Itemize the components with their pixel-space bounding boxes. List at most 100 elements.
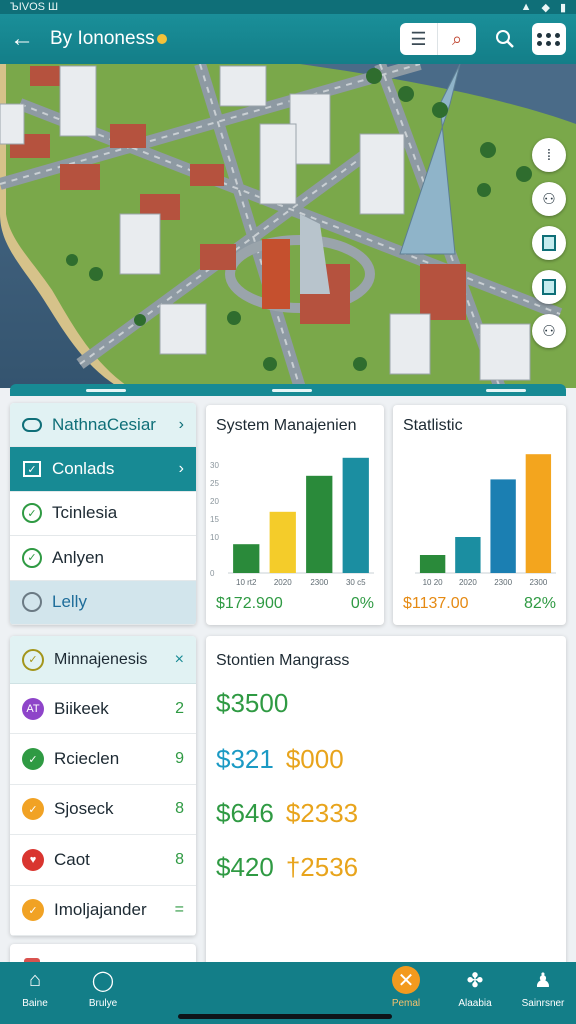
ring-icon [22, 592, 42, 613]
app-title-text: By Iononess [50, 28, 155, 49]
app-bar: ← By Iononess ☰ ⌕ [0, 14, 576, 64]
list-item[interactable]: ✓ Imoljajander = [10, 886, 196, 936]
drag-handle[interactable] [486, 389, 526, 392]
x-tick-label: 2300 [494, 578, 512, 587]
list-item[interactable]: ✓ Rcieclen 9 [10, 734, 196, 785]
y-tick-label: 0 [210, 569, 215, 578]
list-item-count: 8 [175, 850, 184, 868]
status-text: ЪIVOS Ш [10, 1, 59, 13]
location-search-icon[interactable]: ⌕ [438, 23, 476, 55]
list-item-count: = [174, 901, 184, 919]
battery-icon: ▮ [559, 1, 566, 14]
stat-value: $3500 [216, 688, 289, 718]
y-tick-label: 10 [210, 533, 219, 542]
home-icon: ⌂ [28, 968, 42, 991]
app-title: By Iononess [50, 28, 167, 50]
list-item[interactable]: ♥ Caot 8 [10, 835, 196, 886]
chart-card-statistic[interactable]: Statlistic 10 20 2020 2300 2300 $1137.00 82… [393, 405, 566, 625]
chart-money: $172.900 [216, 595, 283, 612]
globe-icon: ◯ [91, 969, 115, 992]
search-icon[interactable] [488, 23, 522, 55]
chevron-right-icon: › [178, 460, 184, 478]
heart-icon: ♥ [22, 848, 44, 871]
profile-icon[interactable]: ⚇ [532, 182, 566, 216]
bar [306, 475, 333, 573]
y-tick-label: 20 [210, 497, 219, 506]
bar [490, 479, 516, 573]
user-icon: ♟ [534, 969, 552, 992]
menu-item-label: NathnaCesiar [52, 414, 156, 434]
check-circle-icon: ✓ [22, 748, 44, 771]
menu-item-label: Tcinlesia [52, 503, 118, 523]
profile-icon[interactable]: ⚇ [532, 314, 566, 348]
stat-line: $420 †2536 [216, 852, 358, 883]
view-toggle-group: ☰ ⌕ [400, 23, 476, 55]
bar [455, 537, 481, 573]
y-tick-label: 30 [210, 461, 219, 470]
nav-label: Sainrsner [521, 998, 565, 1009]
bar-chart: 10 20 2020 2300 2300 [415, 454, 556, 587]
nav-item-baine[interactable]: ⌂ Baine [0, 966, 70, 1010]
checkbox-icon: ✓ [22, 459, 42, 479]
drag-handle[interactable] [272, 389, 312, 392]
menu-item-anlyen[interactable]: ✓ Anlyen [10, 536, 196, 581]
bar [525, 454, 552, 573]
chevron-right-icon: › [178, 415, 184, 433]
city-map[interactable]: ⁞ ⚇ ⚇ [0, 64, 576, 388]
list-icon[interactable]: ☰ [400, 23, 438, 55]
dots-menu-icon[interactable]: ⁞ [532, 138, 566, 172]
list-item-label: Biikeek [54, 698, 109, 718]
nav-item-sainrsner[interactable]: ♟ Sainrsner [508, 966, 576, 1010]
panel-icon[interactable] [532, 226, 566, 260]
list-item-count: 8 [175, 800, 184, 818]
stat-value: $321 [216, 744, 274, 774]
x-tick-label: 2300 [310, 578, 328, 587]
stats-title: Stontien Mangrass [216, 652, 350, 669]
menu-item-nathnacesiar[interactable]: NathnaCesiar › [10, 403, 196, 448]
list-item[interactable]: AT Biikeek 2 [10, 684, 196, 735]
list-header-label: Minnajenesis [54, 650, 148, 668]
check-circle-icon: ✓ [22, 648, 44, 671]
tools-icon: ✕ [392, 966, 420, 994]
menu-item-conlads[interactable]: ✓ Conlads › [10, 447, 196, 492]
bar [233, 544, 260, 573]
list-item-label: Sjoseck [54, 799, 114, 819]
check-circle-icon: ✓ [22, 547, 42, 568]
stat-value: $420 [216, 852, 274, 882]
x-tick-label: 2300 [529, 578, 547, 587]
map-tools: ⁞ ⚇ ⚇ [532, 138, 566, 348]
back-arrow-icon[interactable]: ← [10, 26, 36, 52]
nav-item-alaabia[interactable]: ✤ Alaabia [440, 966, 510, 1010]
menu-item-label: Anlyen [52, 547, 104, 567]
check-circle-icon: ✓ [22, 503, 42, 524]
nav-label: Alaabia [458, 998, 492, 1009]
grid-dots-icon[interactable] [532, 23, 566, 55]
y-tick-label: 25 [210, 479, 219, 488]
panel-icon[interactable] [532, 270, 566, 304]
menu-item-tcinlesia[interactable]: ✓ Tcinlesia [10, 492, 196, 537]
list-item-label: Caot [54, 849, 90, 869]
link-icon [22, 415, 42, 435]
nav-label: Pemal [391, 998, 421, 1009]
panel-header-band [10, 384, 566, 396]
nav-item-brulye[interactable]: ◯ Brulye [68, 966, 138, 1010]
chart-card-system[interactable]: System Manajenien 0 10 15 20 25 30 10 rt2 2020 2… [206, 405, 384, 625]
drag-handle[interactable] [86, 389, 126, 392]
bar-chart: 0 10 15 20 25 30 10 rt2 2020 2300 30 c5 [210, 457, 374, 587]
badge-icon: AT [22, 697, 44, 720]
close-icon[interactable]: × [175, 651, 184, 669]
chart-percent: 0% [350, 595, 374, 612]
nav-item-pemal[interactable]: ✕ Pemal [371, 966, 441, 1009]
list-item[interactable]: ✓ Sjoseck 8 [10, 785, 196, 836]
check-circle-icon: ✓ [22, 798, 44, 821]
stat-line: $321 $000 [216, 744, 344, 775]
fan-icon: ✤ [466, 969, 484, 992]
list-item-label: Rcieclen [54, 749, 120, 769]
menu-item-label: Lelly [52, 592, 87, 612]
wifi-icon: ◆ [541, 1, 550, 14]
nav-label: Baine [22, 998, 48, 1009]
chart-money: $1137.00 [403, 595, 469, 612]
menu-item-lelly[interactable]: Lelly [10, 580, 196, 625]
stat-value: †2536 [285, 852, 359, 882]
signal-icon: ▲ [520, 0, 532, 13]
